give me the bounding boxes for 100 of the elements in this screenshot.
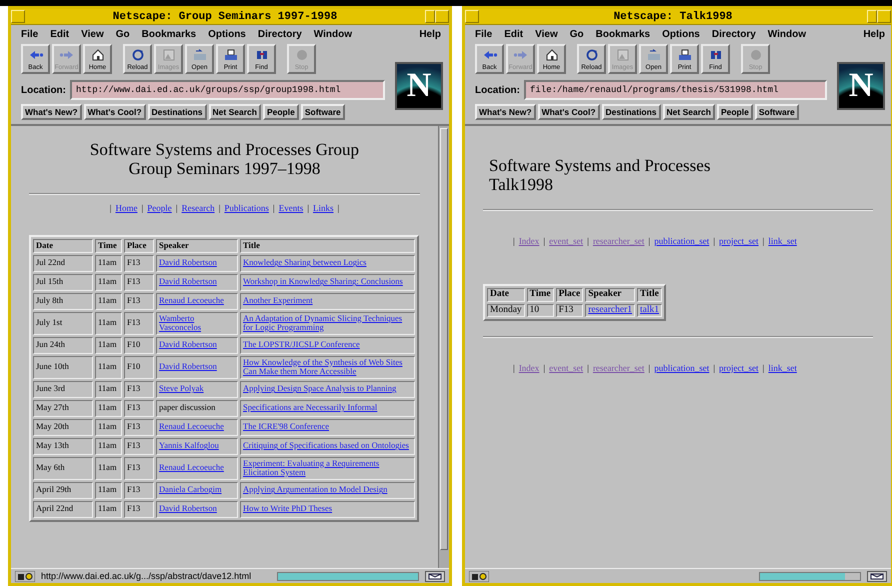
minimize-button[interactable] <box>867 10 877 23</box>
forward-icon <box>58 49 74 61</box>
separator: | <box>648 363 650 373</box>
table-cell: 11am <box>95 292 122 310</box>
mail-icon[interactable] <box>867 570 887 582</box>
location-label: Location: <box>475 84 520 96</box>
nav-link[interactable]: link_set <box>768 236 797 246</box>
directory-button[interactable]: Software <box>754 104 799 120</box>
nav-link[interactable]: project_set <box>719 236 759 246</box>
menu-item[interactable]: Options <box>208 29 246 40</box>
table-cell: F13 <box>124 400 154 416</box>
maximize-button[interactable] <box>435 10 449 23</box>
table-cell: May 20th <box>33 418 93 436</box>
nav-link[interactable]: project_set <box>719 363 759 373</box>
table-cell: June 3rd <box>33 380 93 398</box>
directory-button[interactable]: What's Cool? <box>84 104 146 120</box>
table-cell: 11am <box>95 456 122 480</box>
menu-item[interactable]: File <box>475 29 492 40</box>
nav-link[interactable]: Home <box>115 203 138 213</box>
table-cell: F13 <box>124 456 154 480</box>
menu-item[interactable]: Directory <box>258 29 302 40</box>
menu-item[interactable]: Go <box>116 29 130 40</box>
directory-button[interactable]: Destinations <box>602 104 661 120</box>
menu-item[interactable]: Help <box>419 29 441 40</box>
nav-link[interactable]: Index <box>518 236 540 246</box>
nav-link[interactable]: People <box>147 203 172 213</box>
separator: | <box>713 363 716 373</box>
mail-icon[interactable] <box>425 570 445 582</box>
location-field[interactable]: http://www.dai.ed.ac.uk/groups/ssp/group1998.html <box>70 80 385 100</box>
netscape-logo: N <box>837 62 885 110</box>
table-cell: Jun 24th <box>33 336 93 354</box>
back-icon <box>28 49 44 61</box>
nav-link[interactable]: researcher_set <box>592 236 644 246</box>
vertical-scrollbar[interactable] <box>438 126 449 568</box>
directory-button[interactable]: People <box>262 104 299 120</box>
maximize-button[interactable] <box>877 10 891 23</box>
nav-link[interactable]: Publications <box>224 203 269 213</box>
directory-button[interactable]: What's New? <box>475 104 536 120</box>
menu-item[interactable]: Options <box>662 29 700 40</box>
menu-item[interactable]: Edit <box>504 29 524 40</box>
location-label: Location: <box>21 84 66 96</box>
nav-link[interactable]: Links <box>313 203 334 213</box>
menu-item[interactable]: File <box>21 29 38 40</box>
home-icon <box>544 49 560 61</box>
table-cell: F13 <box>124 292 154 310</box>
open-icon <box>192 49 208 61</box>
menu-item[interactable]: Bookmarks <box>142 29 196 40</box>
minimize-button[interactable] <box>425 10 435 23</box>
menu-item[interactable]: View <box>535 29 558 40</box>
table-cell: F13 <box>124 418 154 436</box>
separator: | <box>513 236 515 246</box>
table-cell: July 8th <box>33 292 93 310</box>
directory-button[interactable]: Net Search <box>662 104 715 120</box>
nav-link[interactable]: publication_set <box>654 363 710 373</box>
menu-item[interactable]: Go <box>570 29 584 40</box>
column-header: Place <box>556 288 584 302</box>
separator: | <box>176 203 178 213</box>
nav-link[interactable]: publication_set <box>654 236 710 246</box>
table-cell: May 27th <box>33 400 93 416</box>
column-header: Date <box>487 288 525 302</box>
directory-button[interactable]: What's Cool? <box>538 104 600 120</box>
directory-button[interactable]: Software <box>300 104 345 120</box>
separator: | <box>110 203 112 213</box>
nav-link[interactable]: link_set <box>768 363 797 373</box>
images-icon <box>614 49 630 61</box>
forward-icon <box>512 49 528 61</box>
nav-link[interactable]: event_set <box>549 236 584 246</box>
directory-button[interactable]: People <box>716 104 753 120</box>
nav-link[interactable]: Index <box>518 363 540 373</box>
window-menu-button[interactable] <box>465 10 479 23</box>
nav-link[interactable]: Research <box>182 203 215 213</box>
table-cell: Jul 22nd <box>33 254 93 272</box>
nav-link[interactable]: event_set <box>549 363 584 373</box>
table-cell: May 13th <box>33 438 93 454</box>
column-header: Time <box>526 288 554 302</box>
table-cell: F10 <box>124 336 154 354</box>
menu-item[interactable]: Help <box>863 29 885 40</box>
menu-item[interactable]: Edit <box>50 29 70 40</box>
status-text: http://www.dai.ed.ac.uk/g.../ssp/abstract/dave12.html <box>41 571 252 581</box>
menu-item[interactable]: Directory <box>712 29 756 40</box>
window-menu-button[interactable] <box>11 10 25 23</box>
table-cell: 11am <box>95 274 122 290</box>
menu-item[interactable]: Window <box>768 29 806 40</box>
directory-button[interactable]: What's New? <box>21 104 82 120</box>
reload-icon <box>584 49 600 61</box>
directory-button[interactable]: Net Search <box>208 104 261 120</box>
menu-item[interactable]: View <box>81 29 104 40</box>
separator: | <box>762 363 764 373</box>
menu-item[interactable]: Window <box>314 29 352 40</box>
table-cell: 11am <box>95 418 122 436</box>
column-header: Date <box>33 239 93 252</box>
menu-item[interactable]: Bookmarks <box>596 29 650 40</box>
directory-button[interactable]: Destinations <box>148 104 207 120</box>
location-field[interactable]: file:/hame/renaudl/programs/thesis/531998.html <box>524 80 827 100</box>
column-header: Place <box>124 239 154 252</box>
table-cell: Monday <box>487 304 525 317</box>
nav-link[interactable]: Events <box>278 203 304 213</box>
nav-link[interactable]: researcher_set <box>592 363 644 373</box>
table-cell: May 6th <box>33 456 93 480</box>
column-header: Title <box>637 288 662 302</box>
